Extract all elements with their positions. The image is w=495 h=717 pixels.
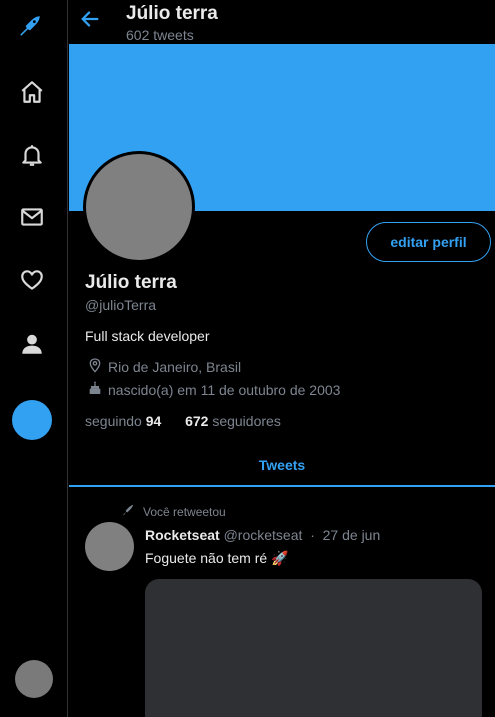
active-tab-indicator <box>69 485 495 487</box>
profile-header-bar: Júlio terra 602 tweets <box>69 0 495 44</box>
header-tweet-count: 602 tweets <box>126 27 194 43</box>
rocket-bird-icon[interactable] <box>16 12 44 40</box>
mail-icon[interactable] <box>18 203 46 231</box>
profile-tabs: Tweets <box>69 444 495 488</box>
tab-tweets[interactable]: Tweets <box>69 444 495 485</box>
followers-count[interactable]: 672 <box>185 413 208 429</box>
retweet-label: Você retweetou <box>143 504 226 519</box>
birthdate-text: nascido(a) em 11 de outubro de 2003 <box>108 381 341 398</box>
location-text: Rio de Janeiro, Brasil <box>108 358 242 375</box>
tweet-media[interactable] <box>145 579 482 717</box>
profile-avatar[interactable] <box>83 151 195 263</box>
arrow-left-icon[interactable] <box>79 8 101 30</box>
following-count[interactable]: 94 <box>146 413 162 429</box>
tweet-text: Foguete não tem ré 🚀 <box>145 550 289 566</box>
cake-icon <box>87 380 103 399</box>
retweet-indicator: Você retweetou <box>121 503 226 520</box>
sidebar <box>0 0 68 717</box>
user-icon[interactable] <box>18 330 46 358</box>
profile-handle: @julioTerra <box>85 297 157 313</box>
tweet-date[interactable]: 27 de jun <box>323 527 381 543</box>
follow-stats: seguindo 94 672 seguidores <box>85 413 281 429</box>
profile-birthdate: nascido(a) em 11 de outubro de 2003 <box>87 380 340 399</box>
followers-label[interactable]: seguidores <box>212 413 281 429</box>
header-title: Júlio terra <box>126 3 218 24</box>
new-tweet-button[interactable] <box>12 400 52 440</box>
profile-page: Júlio terra 602 tweets editar perfil Júl… <box>69 0 495 717</box>
home-icon[interactable] <box>18 78 46 106</box>
profile-location: Rio de Janeiro, Brasil <box>87 357 241 376</box>
following-label[interactable]: seguindo <box>85 413 142 429</box>
tweet-header: Rocketseat @rocketseat · 27 de jun <box>145 527 380 543</box>
account-avatar[interactable] <box>15 660 53 698</box>
rocket-icon <box>121 503 135 520</box>
profile-name: Júlio terra <box>85 272 177 293</box>
tweet-author-name[interactable]: Rocketseat <box>145 527 220 543</box>
tweet-author-handle[interactable]: @rocketseat <box>224 527 303 543</box>
tweet-author-avatar[interactable] <box>85 522 134 571</box>
profile-bio: Full stack developer <box>85 328 210 344</box>
heart-icon[interactable] <box>18 266 46 294</box>
bell-icon[interactable] <box>18 141 46 169</box>
location-pin-icon <box>87 357 103 376</box>
edit-profile-button[interactable]: editar perfil <box>366 222 491 262</box>
